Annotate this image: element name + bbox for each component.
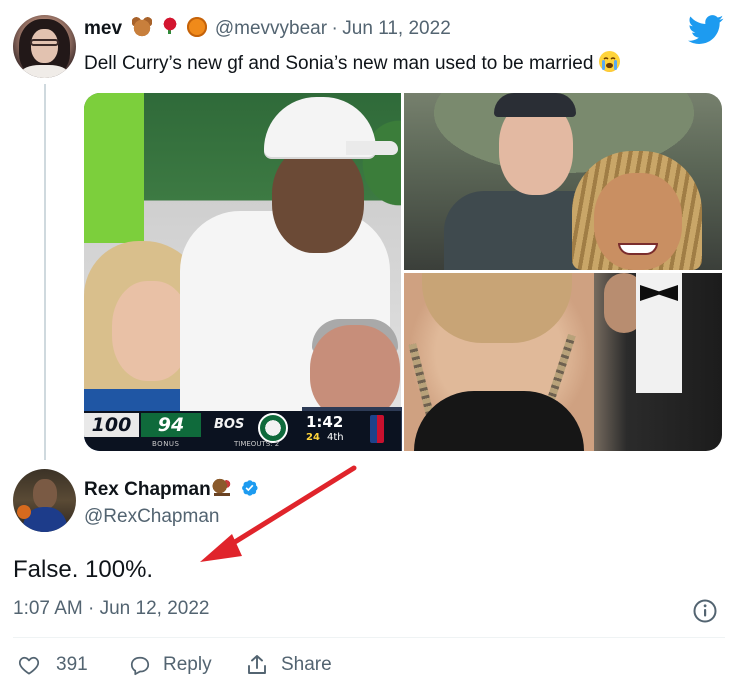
home-score: 94 — [141, 413, 201, 437]
team-abbreviation: BOS — [214, 417, 245, 432]
reply-timestamp[interactable]: 1:07 AM · Jun 12, 2022 — [13, 598, 209, 620]
thread-connector-line — [44, 84, 46, 460]
mev-avatar[interactable] — [13, 15, 76, 78]
quoted-tweet-date[interactable]: Jun 11, 2022 — [342, 18, 450, 39]
away-score: 100 — [84, 413, 139, 437]
reply-button[interactable]: Reply — [129, 654, 212, 676]
tv-scoreboard-overlay: 100 94 BONUS BOS TIMEOUTS: 2 1:42 24 4th — [84, 411, 401, 451]
like-button[interactable]: 391 — [18, 654, 88, 676]
meta-separator: · — [331, 18, 338, 39]
twitter-bird-icon[interactable] — [688, 15, 724, 45]
share-label: Share — [281, 654, 332, 675]
timeouts-indicator: TIMEOUTS: 2 — [234, 440, 280, 448]
divider — [13, 637, 725, 638]
basketball-emoji-icon — [187, 17, 208, 37]
rose-emoji-icon — [159, 17, 180, 37]
quoted-tweet-text: Dell Curry’s new gf and Sonia’s new man … — [84, 53, 594, 74]
loudly-crying-face-emoji-icon — [598, 51, 620, 72]
rex-avatar[interactable] — [13, 469, 76, 532]
share-button[interactable]: Share — [245, 654, 332, 676]
media-photo-courtside[interactable]: 100 94 BONUS BOS TIMEOUTS: 2 1:42 24 4th — [84, 93, 402, 451]
like-count: 391 — [56, 654, 88, 675]
reply-bubble-icon — [130, 656, 150, 675]
reply-tweet-text: False. 100%. — [13, 556, 154, 583]
media-photo-couple[interactable] — [404, 273, 722, 451]
game-period: 4th — [327, 432, 344, 443]
share-icon — [248, 655, 266, 674]
shot-clock: 24 — [306, 432, 320, 443]
teddy-bear-emoji-icon — [132, 17, 153, 37]
nba-logo-icon — [370, 415, 384, 443]
game-clock: 1:42 — [306, 413, 344, 431]
quoted-author-name[interactable]: mev — [84, 18, 122, 39]
media-photo-stands[interactable] — [404, 93, 722, 270]
bonus-indicator: BONUS — [152, 440, 180, 448]
heart-icon — [18, 656, 40, 675]
info-icon[interactable] — [692, 598, 718, 624]
quoted-tweet-text-row: Dell Curry’s new gf and Sonia’s new man … — [84, 51, 623, 75]
reply-label: Reply — [163, 654, 212, 675]
red-annotation-arrow — [200, 465, 357, 562]
quoted-tweet-header: mev @mevvybear · Jun 11, 2022 — [84, 17, 451, 40]
quoted-author-handle[interactable]: @mevvybear — [215, 18, 327, 39]
quoted-tweet-media-grid[interactable]: 100 94 BONUS BOS TIMEOUTS: 2 1:42 24 4th — [84, 93, 722, 451]
celtics-logo-icon — [258, 413, 288, 443]
